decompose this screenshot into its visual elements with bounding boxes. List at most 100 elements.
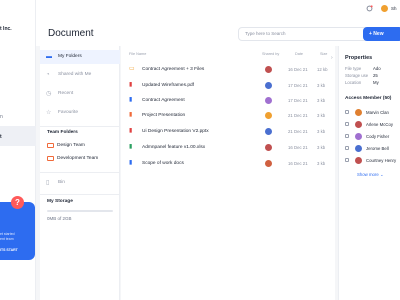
table-row[interactable]: ▮ Updated Wireframes.pdf 17 Dec 21 3 kb [121,78,335,94]
member-row[interactable]: Cody Fisher [345,132,400,142]
column-header-size[interactable]: Size [320,52,327,56]
member-name: Marvin Clan [366,110,389,115]
file-size: 3 kb [317,113,326,118]
file-name: Project Presentation [142,113,186,118]
member-row[interactable]: Jerome Bell [345,144,400,154]
folder-my-folders[interactable]: ▬ My Folders [40,50,120,64]
promo-cta-button[interactable]: ITS START [0,248,18,252]
member-name: Courtney Henry [366,158,397,163]
divider [40,126,120,127]
page-title: Document [48,28,94,39]
folder-label: Bin [58,180,65,185]
properties-title: Properties [345,55,373,61]
table-row[interactable]: ▮ Project Presentation 21 Dec 21 3 kb [121,108,335,124]
folder-recent[interactable]: ◷ Recent [40,87,120,101]
file-size: 3 kb [317,129,326,134]
file-date: 16 Dec 21 [288,67,308,72]
member-row[interactable]: Marvin Clan [345,108,400,118]
file-date: 16 Dec 21 [288,161,308,166]
folder-bin[interactable]: ▯ Bin [40,176,120,190]
member-checkbox[interactable] [345,122,349,126]
file-date: 21 Dec 21 [288,129,308,134]
property-row: Storage use 25 [345,73,378,78]
nav-active-highlight [0,126,36,146]
member-row[interactable]: Courtney Henry [345,156,400,166]
divider [40,172,120,173]
member-checkbox[interactable] [345,134,349,138]
folder-icon: ▭ [129,66,135,72]
column-header-date[interactable]: Date [295,52,303,56]
file-name: Updated Wireframes.pdf [142,83,194,88]
property-row: Location My [345,80,379,85]
nav-item-2[interactable]: n [0,114,3,120]
shared-by-avatar [265,82,272,89]
pdf-icon: ▮ [129,82,133,88]
file-size: 12 kb [317,67,328,72]
folder-icon [47,156,54,161]
folder-icon [47,143,54,148]
new-button[interactable]: + New [363,27,400,41]
notification-icon[interactable] [366,5,373,14]
file-date: 17 Dec 21 [288,83,308,88]
file-size: 3 kb [317,161,326,166]
chevron-right-icon[interactable]: › [331,55,333,61]
doc-icon: ▮ [129,97,133,103]
member-avatar [355,157,362,164]
pdf-icon: ▮ [129,128,133,134]
member-name: Jerome Bell [366,146,389,151]
trash-icon: ▯ [46,180,50,186]
storage-title: My Storage [47,199,73,204]
file-name: Scope of work docs [142,161,184,166]
shared-by-avatar [265,97,272,104]
access-member-title: Access Member (50) [345,96,392,101]
help-icon: ? [11,196,24,209]
folder-favourite[interactable]: ☆ Favourite [40,106,120,120]
team-folder-label: Design Team [57,143,85,148]
file-name: Contract Agreement + 3 Files [142,67,205,72]
table-row[interactable]: ▮ Ui Design Presentation V2.pptx 21 Dec 21… [121,124,335,140]
file-name: Contract Agreement [142,98,185,103]
property-key: File type [345,66,362,71]
column-header-file-name[interactable]: File Name [129,52,146,56]
top-header: Document Type here to Search + New Sh [36,0,400,46]
clock-icon: ◷ [46,91,52,97]
member-checkbox[interactable] [345,110,349,114]
search-input[interactable]: Type here to Search [238,27,368,41]
file-name: Admnpanel feature v1.00.xlsx [142,145,206,150]
promo-line-1: et started [0,232,15,236]
doc-icon: ▮ [129,160,133,166]
table-row[interactable]: ▮ Admnpanel feature v1.00.xlsx 16 Dec 21 3 … [121,140,335,156]
property-value: Ado [373,66,381,71]
nav-item-3[interactable]: t [0,134,2,140]
member-name: Cody Fisher [366,134,390,139]
property-row: File type Ado [345,66,381,71]
user-name[interactable]: Sh [391,6,397,11]
folder-shared-with-me[interactable]: ◔ Shared with Me [40,68,120,82]
member-checkbox[interactable] [345,158,349,162]
team-folder-label: Development Team [57,156,99,161]
brand-name: t Inc. [0,26,12,32]
storage-progress-bar [47,210,113,212]
folder-label: Favourite [58,110,78,115]
divider [40,194,120,195]
team-folder-design[interactable]: Design Team [47,143,85,148]
folder-label: My Folders [58,54,82,59]
column-header-shared-by[interactable]: Shared by [262,52,279,56]
show-more-link[interactable]: Show more ⌄ [357,172,384,178]
shared-by-avatar [265,144,272,151]
table-row[interactable]: ▮ Scope of work docs 16 Dec 21 3 kb [121,156,335,172]
table-row[interactable]: ▭ Contract Agreement + 3 Files 16 Dec 21 12… [121,62,335,78]
member-checkbox[interactable] [345,146,349,150]
member-avatar [355,145,362,152]
team-folder-development[interactable]: Development Team [47,156,98,161]
table-row[interactable]: ▮ Contract Agreement 17 Dec 21 3 kb [121,93,335,109]
share-icon: ◔ [46,72,50,78]
member-avatar [355,121,362,128]
member-row[interactable]: Arlene McCoy [345,120,400,130]
star-icon: ☆ [46,110,52,116]
chevron-down-icon: ⌄ [379,172,384,177]
user-avatar[interactable] [380,4,389,13]
team-folders-title: Team Folders [47,130,78,135]
property-value: 25 [373,73,378,78]
file-name: Ui Design Presentation V2.pptx [142,129,209,134]
